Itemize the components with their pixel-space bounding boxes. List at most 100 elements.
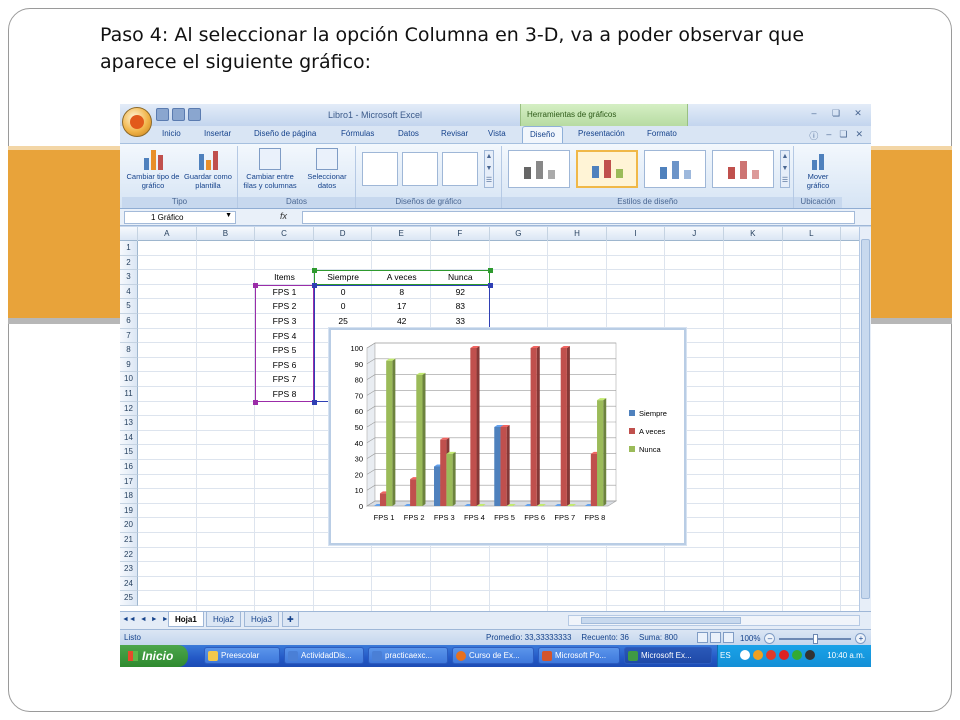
chart-layout-3[interactable] [442,152,478,186]
insert-sheet-icon[interactable]: ✚ [282,612,299,627]
range-handle[interactable] [253,282,259,288]
row-header-1[interactable]: 1 [120,241,138,256]
row-header-8[interactable]: 8 [120,343,138,358]
row-header-12[interactable]: 12 [120,401,138,417]
task-preescolar[interactable]: Preescolar [204,647,280,664]
move-chart-button[interactable]: Mover gráfico [796,148,840,190]
horizontal-scrollbar[interactable] [568,615,860,626]
select-data-button[interactable]: Seleccionar datos [302,148,352,190]
help-icon[interactable]: ⓘ [809,129,818,142]
fx-icon[interactable]: fx [242,211,302,224]
column-header-k[interactable]: K [724,227,783,241]
normal-view-icon[interactable] [697,632,708,643]
name-box[interactable]: 1 Gráfico ▼ [124,211,236,224]
zoom-in-icon[interactable]: + [855,633,867,644]
column-header-b[interactable]: B [197,227,256,241]
tab-presentacion[interactable]: Presentación [578,129,625,138]
tab-insertar[interactable]: Insertar [204,129,231,138]
tab-datos[interactable]: Datos [398,129,419,138]
range-handle[interactable] [487,268,493,274]
tray-icon[interactable] [792,650,802,660]
zoom-out-icon[interactable]: – [764,633,776,644]
row-header-25[interactable]: 25 [120,591,138,606]
tab-inicio[interactable]: Inicio [162,129,181,138]
category-range[interactable] [255,284,314,402]
column-header-d[interactable]: D [314,227,373,241]
tray-icon[interactable] [766,650,776,660]
tray-icon[interactable] [740,650,750,660]
styles-scroll[interactable]: ▲ ▼ ☰ [780,150,790,188]
tab-diseno-pagina[interactable]: Diseño de página [254,129,316,138]
table-cell[interactable]: Items [255,270,314,284]
range-handle[interactable] [253,399,259,405]
close-workbook-icon[interactable]: ✕ [855,129,863,142]
range-handle[interactable] [311,399,317,405]
tab-formato[interactable]: Formato [647,129,677,138]
office-button[interactable] [122,107,152,137]
row-header-24[interactable]: 24 [120,576,138,592]
sheet-tab-hoja3[interactable]: Hoja3 [244,612,279,627]
row-header-7[interactable]: 7 [120,328,138,344]
layouts-scroll[interactable]: ▲ ▼ ☰ [484,150,494,188]
column-header-f[interactable]: F [431,227,490,241]
task-powerpoint[interactable]: Microsoft Po... [538,647,620,664]
sheet-tab-hoja2[interactable]: Hoja2 [206,612,241,627]
series-name-range[interactable] [313,270,490,285]
switch-row-column-button[interactable]: Cambiar entre filas y columnas [240,148,300,190]
task-actividad[interactable]: ActividadDis... [284,647,364,664]
start-button[interactable]: Inicio [120,645,188,667]
row-header-15[interactable]: 15 [120,445,138,460]
page-layout-view-icon[interactable] [710,632,721,643]
column-header-i[interactable]: I [607,227,666,241]
chevron-down-icon[interactable]: ▼ [225,212,232,219]
redo-icon[interactable] [188,108,201,121]
undo-icon[interactable] [172,108,185,121]
tray-icon[interactable] [805,650,815,660]
row-header-23[interactable]: 23 [120,562,138,577]
column-header-g[interactable]: G [490,227,549,241]
chart-layout-2[interactable] [402,152,438,186]
column-header-h[interactable]: H [548,227,607,241]
restore-workbook-icon[interactable]: ❏ [839,129,847,142]
chart-style-3[interactable] [644,150,706,188]
chart-layout-1[interactable] [362,152,398,186]
row-header-16[interactable]: 16 [120,460,138,475]
row-header-14[interactable]: 14 [120,430,138,446]
task-excel[interactable]: Microsoft Ex... [624,647,712,664]
tray-icon[interactable] [779,650,789,660]
vertical-scrollbar[interactable] [859,227,871,611]
row-header-19[interactable]: 19 [120,503,138,519]
task-practica[interactable]: practicaexc... [368,647,448,664]
formula-input[interactable] [302,211,855,224]
save-template-button[interactable]: Guardar como plantilla [180,148,236,190]
column-header-l[interactable]: L [783,227,842,241]
chart-style-1[interactable] [508,150,570,188]
row-header-6[interactable]: 6 [120,314,138,329]
minimize-icon[interactable]: – [807,108,821,119]
column-header-a[interactable]: A [138,227,197,241]
row-header-5[interactable]: 5 [120,299,138,314]
zoom-slider[interactable] [779,633,852,644]
tab-formulas[interactable]: Fórmulas [341,129,374,138]
column-header-c[interactable]: C [255,227,314,241]
task-curso[interactable]: Curso de Ex... [452,647,534,664]
close-icon[interactable]: ✕ [851,108,865,119]
page-break-view-icon[interactable] [723,632,734,643]
chart-style-4[interactable] [712,150,774,188]
minimize-workbook-icon[interactable]: – [826,129,831,142]
restore-icon[interactable]: ❏ [829,108,843,119]
row-header-9[interactable]: 9 [120,357,138,373]
range-handle[interactable] [311,282,317,288]
row-header-17[interactable]: 17 [120,474,138,490]
row-header-21[interactable]: 21 [120,533,138,548]
horizontal-scroll-thumb[interactable] [581,617,741,624]
chart-style-2[interactable] [576,150,638,188]
row-header-13[interactable]: 13 [120,416,138,431]
language-indicator[interactable]: ES [720,651,731,660]
row-header-18[interactable]: 18 [120,489,138,504]
row-header-20[interactable]: 20 [120,518,138,533]
row-header-3[interactable]: 3 [120,270,138,285]
zoom-slider-thumb[interactable] [813,633,819,644]
select-all-corner[interactable] [120,227,138,241]
vertical-scroll-thumb[interactable] [861,239,870,599]
